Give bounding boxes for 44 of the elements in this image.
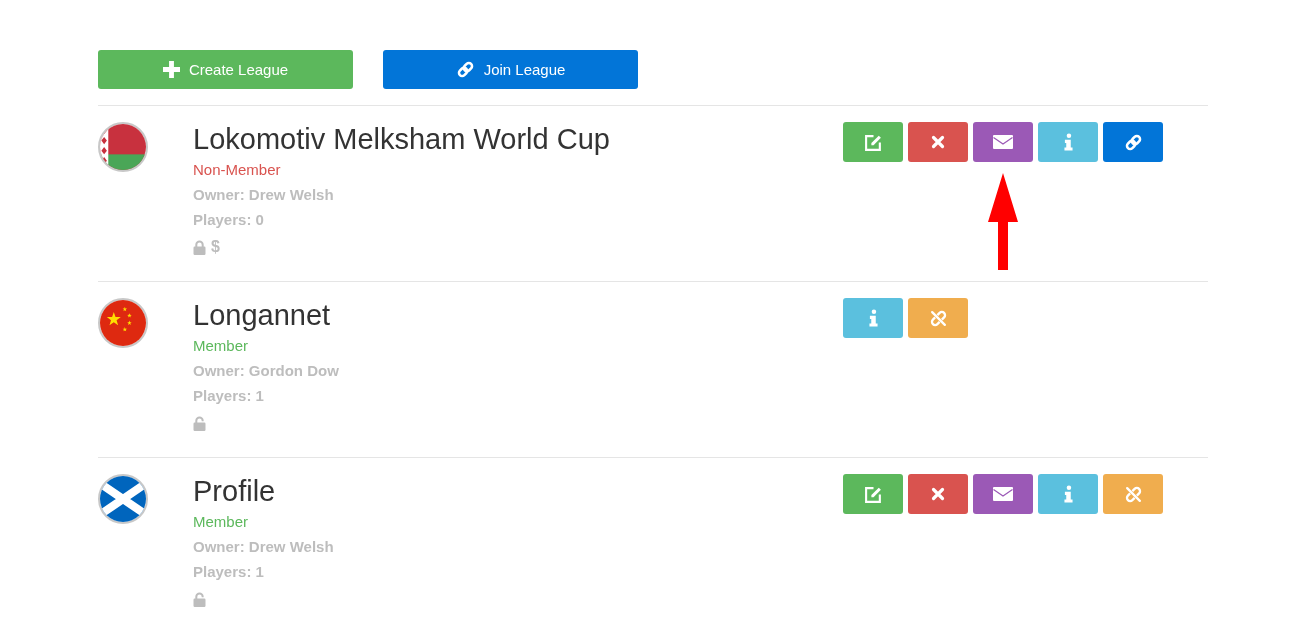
unlink-button[interactable]	[908, 298, 968, 338]
link-icon	[1123, 132, 1143, 152]
owner-text: Owner: Drew Welsh	[193, 185, 334, 205]
info-button[interactable]	[1038, 122, 1098, 162]
players-count: Players: 0	[193, 210, 264, 230]
players-count: Players: 1	[193, 386, 264, 406]
info-icon	[868, 309, 878, 327]
membership-status: Member	[193, 512, 248, 532]
delete-button[interactable]	[908, 474, 968, 514]
info-button[interactable]	[1038, 474, 1098, 514]
edit-button[interactable]	[843, 474, 903, 514]
flag-icon	[98, 122, 148, 172]
message-button[interactable]	[973, 474, 1033, 514]
unlink-icon	[1123, 484, 1143, 504]
message-button[interactable]	[973, 122, 1033, 162]
close-icon	[931, 135, 945, 149]
envelope-icon	[993, 487, 1013, 501]
flag-icon	[98, 298, 148, 348]
owner-text: Owner: Drew Welsh	[193, 537, 334, 557]
link-icon	[455, 60, 475, 79]
unlink-button[interactable]	[1103, 474, 1163, 514]
link-button[interactable]	[1103, 122, 1163, 162]
close-icon	[931, 487, 945, 501]
create-league-button[interactable]: Create League	[98, 50, 353, 89]
join-league-button[interactable]: Join League	[383, 50, 638, 89]
plus-icon	[162, 61, 180, 78]
owner-text: Owner: Gordon Dow	[193, 361, 339, 381]
price-symbol: $	[211, 238, 220, 256]
league-title: Longannet	[193, 298, 331, 332]
info-icon	[1063, 485, 1073, 503]
players-count: Players: 1	[193, 562, 264, 582]
edit-icon	[863, 484, 883, 504]
edit-button[interactable]	[843, 122, 903, 162]
edit-icon	[863, 132, 883, 152]
unlink-icon	[928, 308, 948, 328]
info-button[interactable]	[843, 298, 903, 338]
membership-status: Member	[193, 336, 248, 356]
delete-button[interactable]	[908, 122, 968, 162]
membership-status: Non-Member	[193, 160, 281, 180]
league-title: Profile	[193, 474, 276, 508]
league-title: Lokomotiv Melksham World Cup	[193, 122, 610, 156]
info-icon	[1063, 133, 1073, 151]
envelope-icon	[993, 135, 1013, 149]
flag-icon	[98, 474, 148, 524]
